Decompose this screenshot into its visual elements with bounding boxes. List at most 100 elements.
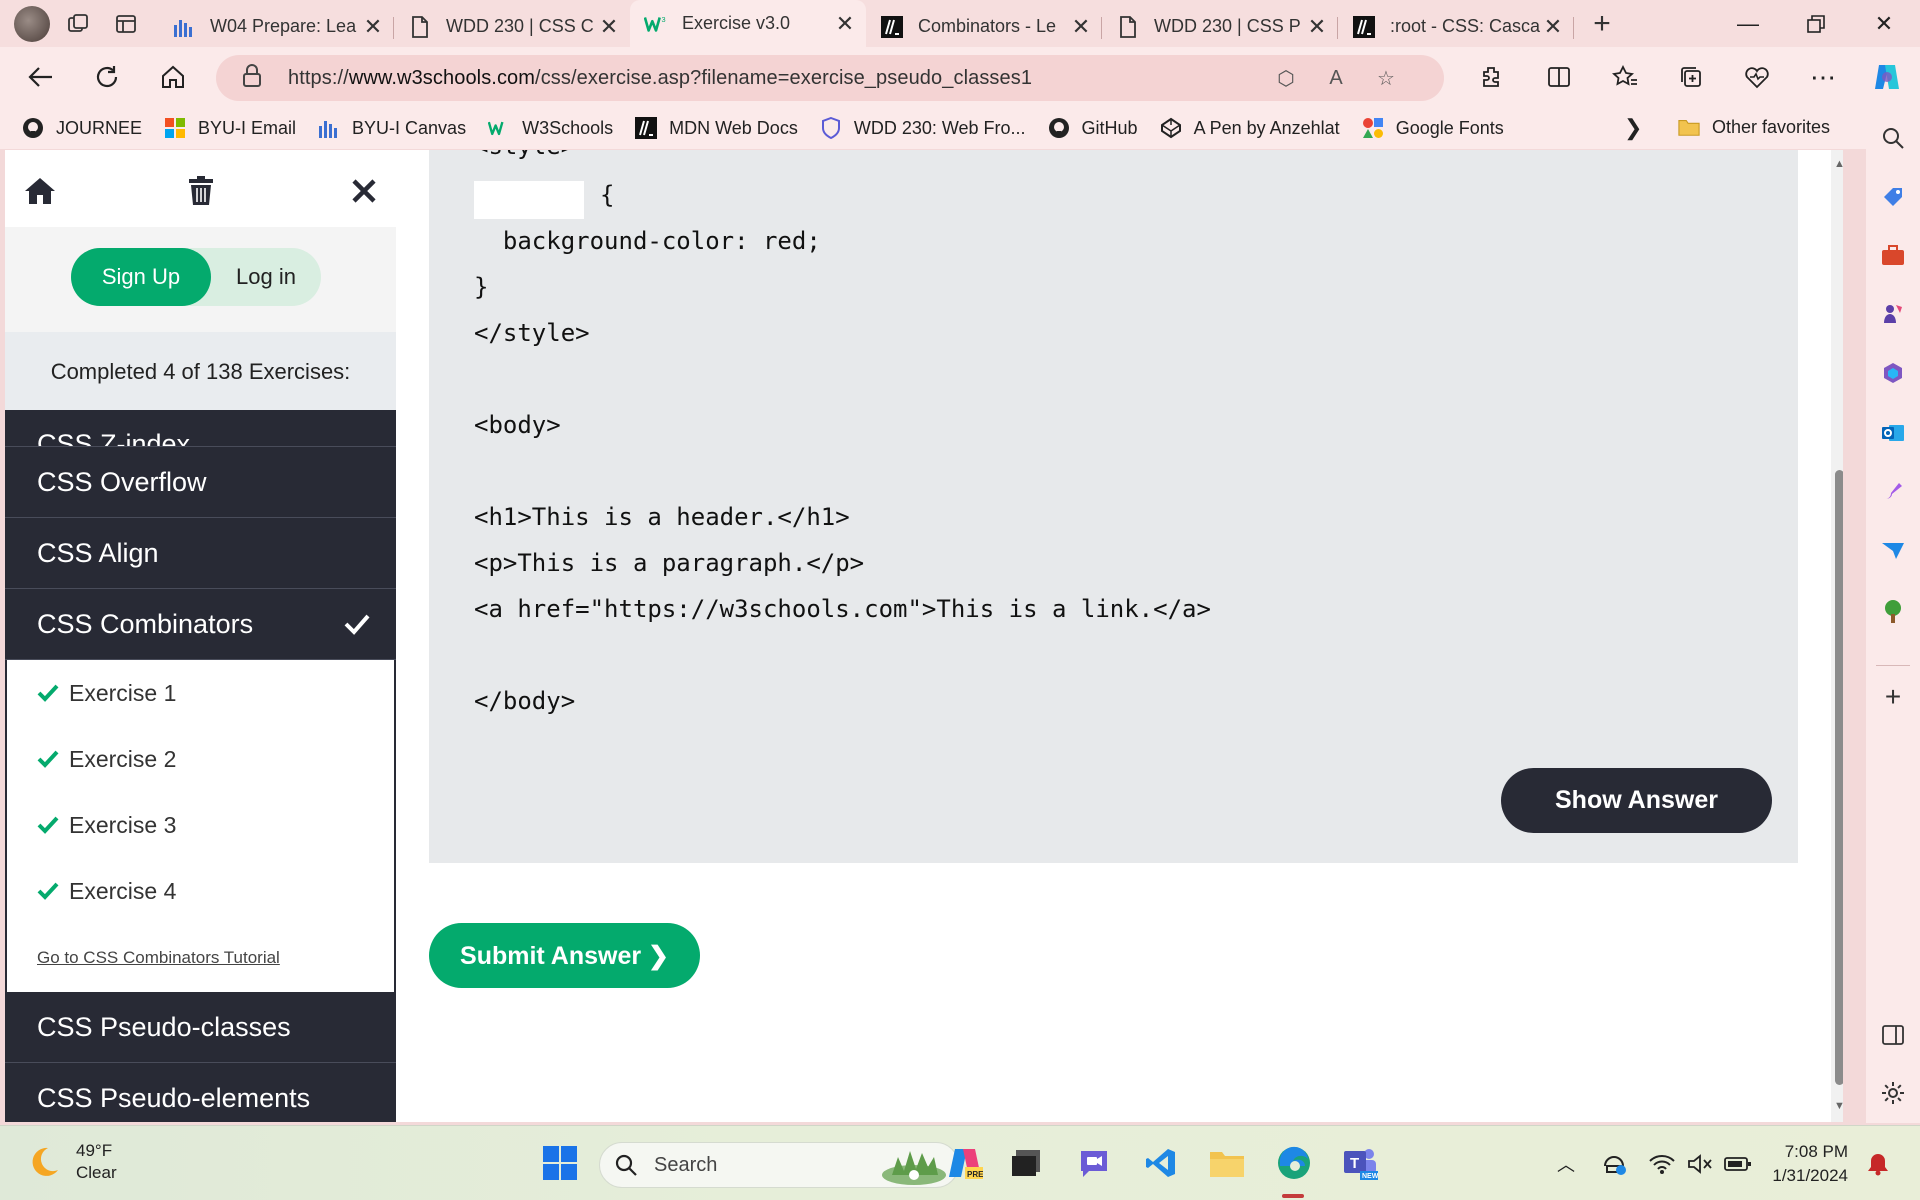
weather-widget[interactable]: 49°F Clear <box>26 1140 117 1184</box>
chevron-right-icon[interactable]: ❯ <box>1624 115 1642 141</box>
favorite-star-icon[interactable]: ☆ <box>1374 66 1398 90</box>
split-screen-icon[interactable] <box>1526 47 1592 107</box>
system-clock[interactable]: 7:08 PM 1/31/2024 <box>1758 1140 1848 1188</box>
close-icon[interactable] <box>347 174 381 208</box>
minimize-icon[interactable]: — <box>1714 0 1782 47</box>
exercise-item[interactable]: Exercise 4 <box>7 858 394 924</box>
selector-answer-input[interactable] <box>474 181 584 219</box>
notification-bell-icon[interactable] <box>1864 1150 1892 1178</box>
show-answer-button[interactable]: Show Answer <box>1501 768 1772 833</box>
file-explorer-icon[interactable] <box>1204 1140 1250 1186</box>
browser-tab[interactable]: Combinators - Le ✕ <box>866 7 1102 47</box>
outlook-icon[interactable] <box>1877 417 1909 449</box>
lock-icon[interactable] <box>242 63 262 93</box>
page-scrollbar[interactable]: ▲ ▼ <box>1831 150 1843 1122</box>
browser-tab[interactable]: WDD 230 | CSS P ✕ <box>1102 7 1338 47</box>
battery-icon[interactable] <box>1724 1150 1752 1178</box>
close-tab-icon[interactable]: ✕ <box>362 14 384 40</box>
network-alert-icon[interactable] <box>1600 1150 1628 1178</box>
favorite-link[interactable]: A Pen by Anzehlat <box>1160 117 1340 139</box>
trash-icon[interactable] <box>184 174 218 208</box>
extensions-icon[interactable] <box>1458 47 1524 107</box>
teams-icon[interactable]: T NEW <box>1337 1140 1383 1186</box>
collections-icon[interactable] <box>1658 47 1724 107</box>
tools-icon[interactable] <box>1877 239 1909 271</box>
copilot-preview-icon[interactable]: PRE <box>942 1140 988 1186</box>
exercise-item[interactable]: Exercise 2 <box>7 726 394 792</box>
favorite-link[interactable]: BYU-I Canvas <box>318 117 466 139</box>
windows-start-icon[interactable] <box>537 1140 583 1186</box>
file-manager-icon[interactable] <box>1003 1140 1049 1186</box>
chevron-up-icon[interactable]: ︿ <box>1552 1150 1580 1178</box>
exercise-item[interactable]: Exercise 1 <box>7 660 394 726</box>
speaker-muted-icon[interactable] <box>1686 1150 1714 1178</box>
topic-item[interactable]: CSS Align <box>5 518 396 589</box>
settings-gear-icon[interactable] <box>1877 1077 1909 1109</box>
profile-avatar[interactable] <box>14 5 50 42</box>
read-aloud-icon[interactable]: A <box>1324 66 1348 90</box>
browser-tab[interactable]: WDD 230 | CSS C ✕ <box>394 7 630 47</box>
favorite-link[interactable]: W3Schools <box>488 117 613 139</box>
sign-up-button[interactable]: Sign Up <box>71 248 211 306</box>
exercise-item[interactable]: Exercise 3 <box>7 792 394 858</box>
topic-item[interactable]: CSS Z-index <box>5 410 396 447</box>
close-tab-icon[interactable]: ✕ <box>1070 14 1092 40</box>
more-menu-icon[interactable]: ⋯ <box>1790 47 1856 107</box>
favorite-link[interactable]: MDN Web Docs <box>635 117 798 139</box>
browser-tab[interactable]: W04 Prepare: Lea ✕ <box>158 7 394 47</box>
close-tab-icon[interactable]: ✕ <box>834 11 856 37</box>
search-icon[interactable] <box>1877 122 1909 154</box>
address-bar[interactable]: https://www.w3schools.com/css/exercise.a… <box>216 55 1444 101</box>
scrollbar-thumb[interactable] <box>1835 470 1843 1085</box>
favorite-link[interactable]: GitHub <box>1048 117 1138 139</box>
restore-icon[interactable] <box>1782 0 1850 47</box>
scroll-down-icon[interactable]: ▼ <box>1834 1100 1843 1112</box>
back-icon[interactable] <box>8 47 74 107</box>
submit-answer-button[interactable]: Submit Answer ❯ <box>429 923 700 988</box>
topic-item[interactable]: CSS Pseudo-classes <box>5 992 396 1063</box>
favorite-link[interactable]: WDD 230: Web Fro... <box>820 117 1026 139</box>
exercise-code-box: <style> { background-color: red; } </sty… <box>429 150 1798 863</box>
hide-sidebar-icon[interactable] <box>1877 1019 1909 1051</box>
workspaces-icon[interactable] <box>58 4 98 44</box>
shopping-tag-icon[interactable] <box>1877 181 1909 213</box>
browser-tab-active[interactable]: 3 Exercise v3.0 ✕ <box>630 0 866 47</box>
close-window-icon[interactable]: ✕ <box>1850 0 1918 47</box>
close-tab-icon[interactable]: ✕ <box>1542 14 1564 40</box>
home-icon[interactable] <box>140 47 206 107</box>
send-icon[interactable] <box>1877 535 1909 567</box>
copilot-icon[interactable] <box>1854 47 1920 107</box>
games-icon[interactable] <box>1877 297 1909 329</box>
topic-item-current[interactable]: CSS Combinators <box>5 589 396 660</box>
vscode-icon[interactable] <box>1138 1140 1184 1186</box>
wifi-icon[interactable] <box>1648 1150 1676 1178</box>
browser-essentials-icon[interactable] <box>1724 47 1790 107</box>
designer-icon[interactable] <box>1877 475 1909 507</box>
taskbar-search[interactable]: Search <box>599 1142 959 1188</box>
tracking-prevention-icon[interactable]: ⬡ <box>1274 66 1298 90</box>
video-chat-icon[interactable] <box>1071 1140 1117 1186</box>
close-tab-icon[interactable]: ✕ <box>598 14 620 40</box>
tutorial-link[interactable]: Go to CSS Combinators Tutorial <box>7 924 394 992</box>
browser-tab[interactable]: :root - CSS: Casca ✕ <box>1338 7 1574 47</box>
home-icon[interactable] <box>23 174 57 208</box>
tree-icon[interactable] <box>1877 595 1909 627</box>
microsoft-365-icon[interactable] <box>1877 357 1909 389</box>
favorite-link[interactable]: Google Fonts <box>1362 117 1504 139</box>
favorite-link[interactable]: JOURNEE <box>22 117 142 139</box>
topic-item[interactable]: CSS Pseudo-elements <box>5 1063 396 1122</box>
close-tab-icon[interactable]: ✕ <box>1306 14 1328 40</box>
scroll-up-icon[interactable]: ▲ <box>1834 158 1843 170</box>
refresh-icon[interactable] <box>74 47 140 107</box>
log-in-button[interactable]: Log in <box>211 248 321 306</box>
favorites-icon[interactable] <box>1592 47 1658 107</box>
add-icon[interactable]: + <box>1877 681 1909 713</box>
favorite-link[interactable]: BYU-I Email <box>164 117 296 139</box>
other-favorites-folder[interactable]: Other favorites <box>1678 116 1830 138</box>
edge-browser-icon[interactable] <box>1271 1140 1317 1186</box>
tab-actions-icon[interactable] <box>106 4 146 44</box>
new-tab-button[interactable]: + <box>1582 7 1622 41</box>
w3schools-icon <box>488 117 510 139</box>
topic-item[interactable]: CSS Overflow <box>5 447 396 518</box>
weather-condition: Clear <box>76 1163 117 1182</box>
